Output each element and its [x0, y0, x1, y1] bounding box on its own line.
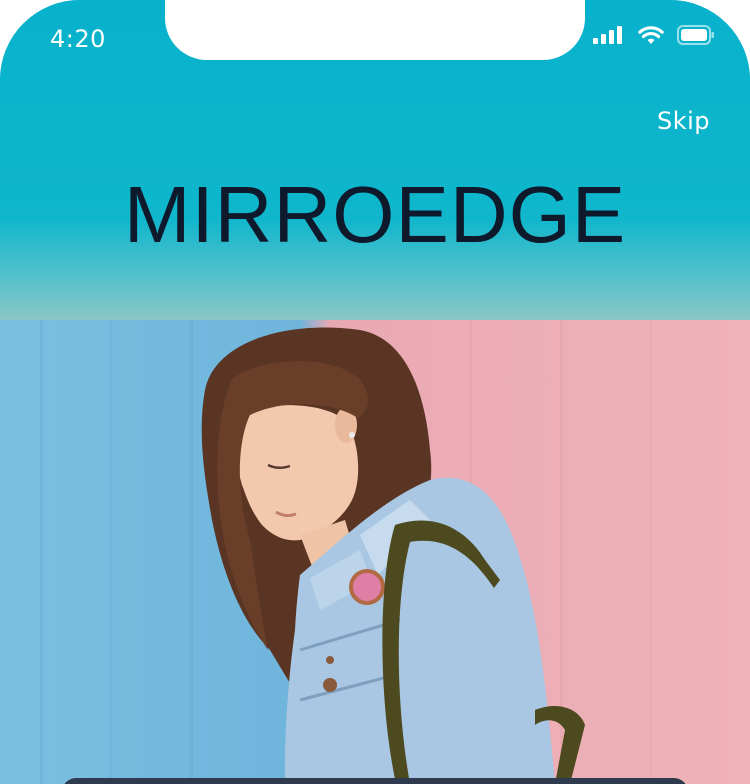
cellular-signal-icon [593, 26, 622, 44]
hero-photo [0, 320, 750, 784]
device-notch [165, 0, 585, 60]
earring [349, 432, 355, 438]
onboarding-screen: 4:20 Skip MIRROEDGE [0, 0, 750, 784]
battery-icon [677, 25, 714, 45]
wifi-icon [638, 26, 664, 44]
skip-button[interactable]: Skip [657, 107, 710, 135]
bottom-sheet[interactable] [62, 778, 688, 784]
app-logo: MIRROEDGE [123, 170, 627, 259]
status-time: 4:20 [50, 25, 106, 53]
donut-pin [349, 569, 385, 605]
header-banner: 4:20 Skip MIRROEDGE [0, 0, 750, 320]
hero-illustration [40, 320, 652, 784]
status-icons [593, 24, 715, 46]
